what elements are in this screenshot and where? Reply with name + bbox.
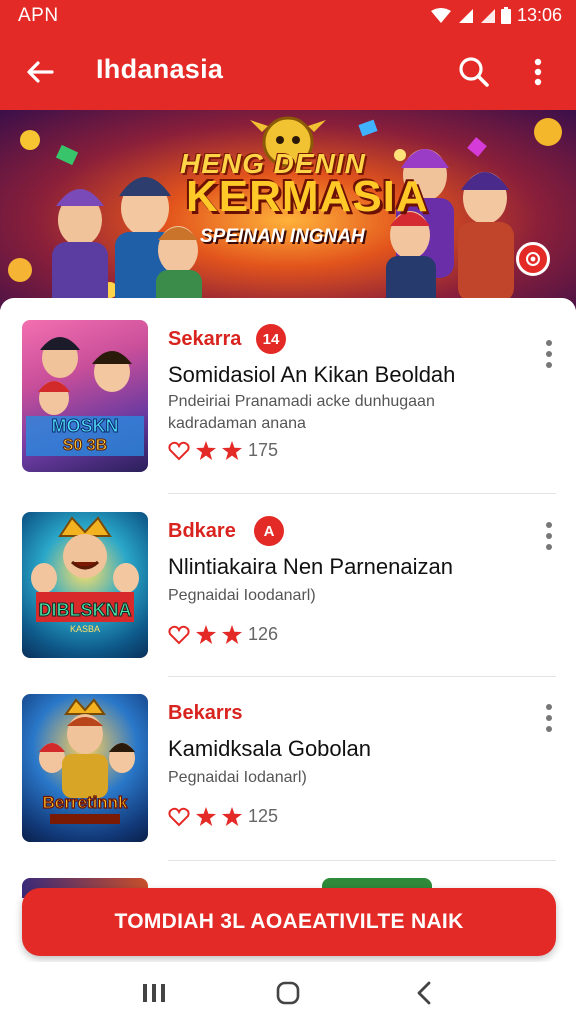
star-icon <box>196 441 216 460</box>
page-title: Ihdanasia <box>96 54 224 84</box>
clock: 13:06 <box>516 5 562 25</box>
banner-play-button[interactable] <box>516 242 550 276</box>
banner-subheadline: SPEINAN INGNAH <box>200 226 365 247</box>
app-description: Pegnaidai Ioodanarl) <box>168 587 316 604</box>
heart-icon <box>168 441 190 460</box>
app-list: MOSKN S0 3B Sekarra 14 Somidasiol An Kik… <box>0 298 576 898</box>
heart-icon <box>168 625 190 644</box>
star-icon <box>222 625 242 644</box>
more-vert-icon <box>546 340 552 368</box>
battery-icon <box>500 7 511 24</box>
app-thumbnail: Berretinnk <box>22 694 148 842</box>
divider <box>168 493 556 494</box>
recents-icon <box>143 984 165 1002</box>
primary-cta-button[interactable]: TOMDIAH 3L AOAEATIVILTE NAIK <box>22 888 556 956</box>
system-nav-bar <box>0 962 576 1024</box>
search-icon <box>459 57 489 87</box>
list-item[interactable]: DIBLSKNA KASBA Bdkare A Nlintiakaira Nen… <box>0 512 576 692</box>
app-title: Kamidksala Gobolan <box>168 736 372 761</box>
signal-icon <box>457 8 473 24</box>
app-thumbnail: MOSKN S0 3B <box>22 320 148 472</box>
item-menu-button[interactable] <box>538 518 560 554</box>
status-icons: 13:06 <box>430 5 562 26</box>
rating-row: 175 <box>168 440 278 461</box>
app-description: Pegnaidai Iodanarl) <box>168 769 307 786</box>
star-icon <box>196 625 216 644</box>
target-icon <box>526 252 540 266</box>
svg-text:Berretinnk: Berretinnk <box>42 793 128 812</box>
item-menu-button[interactable] <box>538 336 560 372</box>
divider <box>168 676 556 677</box>
publisher-name: Bdkare <box>168 520 236 542</box>
star-icon <box>222 441 242 460</box>
more-options-button[interactable] <box>520 50 556 94</box>
chevron-left-icon <box>417 981 431 1005</box>
list-item[interactable]: Berretinnk Bekarrs Kamidksala Gobolan Pe… <box>0 694 576 874</box>
home-icon <box>276 981 300 1005</box>
rating-row: 125 <box>168 806 278 827</box>
rating-count: 126 <box>248 624 279 644</box>
banner-headline-main: KERMASIA <box>186 172 429 221</box>
search-button[interactable] <box>452 50 496 94</box>
status-bar: APN 13:06 <box>0 0 576 32</box>
more-vert-icon <box>546 704 552 732</box>
app-title: Somidasiol An Kikan Beoldah <box>168 362 456 387</box>
rating-count: 175 <box>248 440 279 460</box>
publisher-name: Bekarrs <box>168 702 243 724</box>
list-item[interactable]: MOSKN S0 3B Sekarra 14 Somidasiol An Kik… <box>0 320 576 500</box>
app-bar: Ihdanasia <box>0 32 576 110</box>
heart-icon <box>168 807 190 826</box>
wifi-icon <box>430 7 451 24</box>
star-icon <box>196 807 216 826</box>
promo-banner[interactable]: HENG DENIN KERMASIA SPEINAN INGNAH <box>0 110 576 310</box>
more-vert-icon <box>534 58 542 86</box>
svg-text:MOSKN: MOSKN <box>52 416 119 436</box>
app-thumbnail: DIBLSKNA KASBA <box>22 512 148 658</box>
app-description: Pndeiriai Pranamadi acke dunhugaan kadra… <box>168 393 435 432</box>
back-button[interactable] <box>20 52 60 92</box>
more-vert-icon <box>546 522 552 550</box>
age-rating-badge: 14 <box>256 324 286 354</box>
star-icon <box>222 807 242 826</box>
divider <box>168 860 556 861</box>
back-nav-button[interactable] <box>404 976 444 1010</box>
rating-row: 126 <box>168 624 278 645</box>
rating-count: 125 <box>248 806 279 826</box>
item-menu-button[interactable] <box>538 700 560 736</box>
arrow-left-icon <box>27 61 54 83</box>
svg-text:S0 3B: S0 3B <box>63 437 107 454</box>
age-rating-badge: A <box>254 516 284 546</box>
publisher-name: Sekarra <box>168 328 242 350</box>
recents-button[interactable] <box>134 976 174 1010</box>
svg-text:KASBA: KASBA <box>70 624 100 634</box>
home-button[interactable] <box>268 976 308 1010</box>
app-title: Nlintiakaira Nen Parnenaizan <box>168 554 453 579</box>
carrier-label: APN <box>18 5 59 26</box>
svg-text:DIBLSKNA: DIBLSKNA <box>39 600 132 620</box>
signal-icon-secondary <box>479 8 495 24</box>
